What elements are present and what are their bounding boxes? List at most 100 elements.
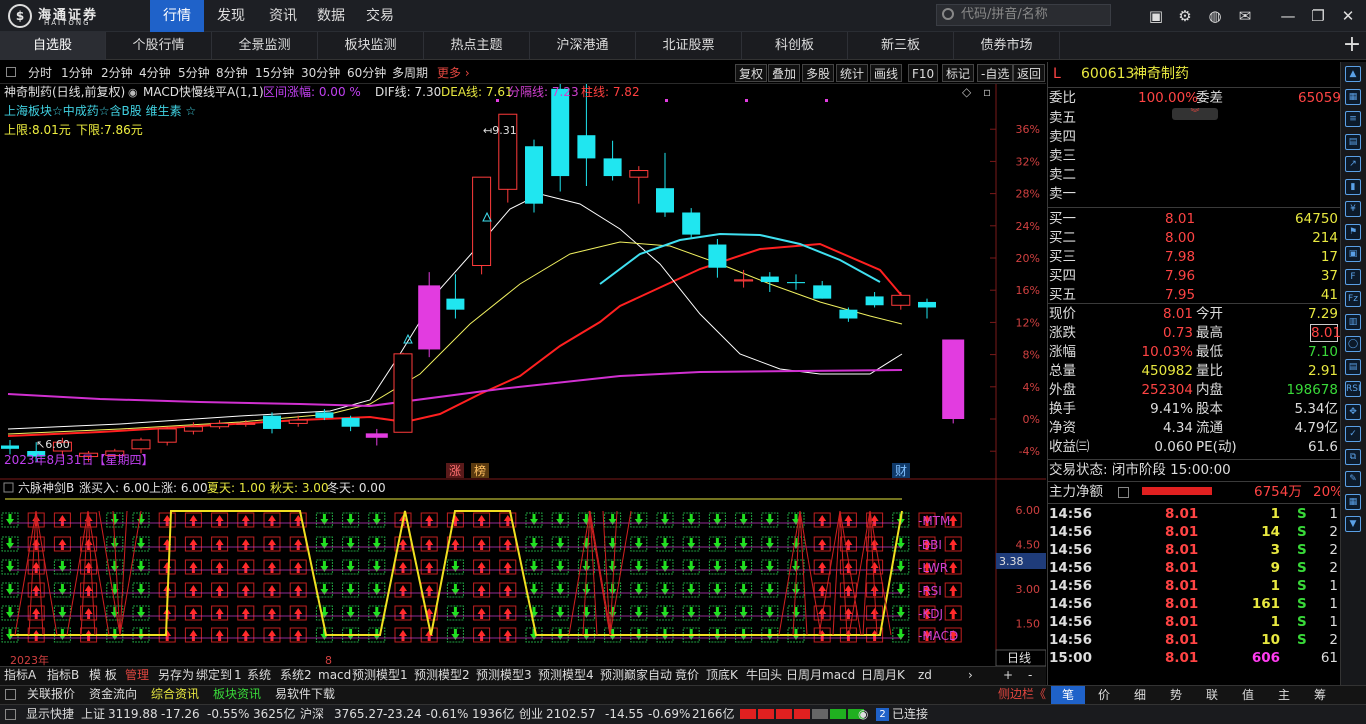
table-icon[interactable]: ▤ [1345, 133, 1361, 150]
tabs-minus-icon[interactable]: - [1028, 666, 1032, 685]
indicator-tab[interactable]: 模 板 [89, 666, 117, 685]
doc-icon[interactable]: ▣ [1345, 246, 1361, 262]
book-icon[interactable]: ▤ [1345, 358, 1361, 375]
indicator-tab[interactable]: 预测模型2 [414, 666, 470, 685]
indicator-tab[interactable]: 管理 [125, 666, 149, 685]
right-panel-tab[interactable]: 势 [1159, 686, 1193, 704]
period-timeshare[interactable]: 分时 [28, 62, 52, 84]
period-15min[interactable]: 15分钟 [255, 62, 294, 84]
right-panel-tab[interactable]: 主 [1267, 686, 1301, 704]
add-tab-icon[interactable]: + [1338, 32, 1366, 60]
check-icon[interactable]: ✓ [1345, 426, 1361, 442]
tab-sector-monitor[interactable]: 板块监测 [318, 32, 424, 60]
f10-icon[interactable]: F [1345, 268, 1361, 285]
period-4min[interactable]: 4分钟 [139, 62, 171, 84]
tool-watchlist[interactable]: -自选 [977, 64, 1014, 82]
period-8min[interactable]: 8分钟 [216, 62, 248, 84]
toggle-panel-icon[interactable] [6, 67, 16, 77]
tool-mark[interactable]: 标记 [942, 64, 975, 82]
menu-data[interactable]: 数据 [304, 0, 358, 32]
period-5min[interactable]: 5分钟 [178, 62, 210, 84]
tab-hk-connect[interactable]: 沪深港通 [530, 32, 636, 60]
right-panel-tab[interactable]: 细 [1123, 686, 1157, 704]
indicator-tab[interactable]: 另存为 [158, 666, 194, 685]
menu-trade[interactable]: 交易 [353, 0, 407, 32]
copy-icon[interactable]: ⧉ [1345, 448, 1361, 465]
quote-icon[interactable]: ¥ [1345, 201, 1361, 217]
right-panel-tab[interactable]: 值 [1231, 686, 1265, 704]
tab-stock-quote[interactable]: 个股行情 [106, 32, 212, 60]
tab-panorama[interactable]: 全景监测 [212, 32, 318, 60]
scroll-down-icon[interactable]: ▼ [1345, 516, 1361, 532]
sidebar-toggle[interactable]: 侧边栏《 [998, 685, 1046, 704]
list-icon[interactable]: ≡ [1345, 111, 1361, 127]
indicator-tab[interactable]: 绑定到 [196, 666, 232, 685]
indicator-tab[interactable]: 指标B [47, 666, 79, 685]
period-1min[interactable]: 1分钟 [61, 62, 93, 84]
quick-link[interactable]: 易软件下载 [275, 685, 335, 704]
tab-bonds[interactable]: 债券市场 [954, 32, 1060, 60]
period-more[interactable]: 更多 › [437, 62, 470, 84]
quick-link[interactable]: 综合资讯 [151, 685, 199, 704]
rsi-icon[interactable]: RSI [1345, 381, 1361, 397]
menu-discover[interactable]: 发现 [204, 0, 258, 32]
circle-icon[interactable]: ◯ [1345, 336, 1361, 352]
scroll-up-icon[interactable]: ▲ [1345, 66, 1361, 82]
calendar-icon[interactable]: ▦ [1345, 493, 1361, 510]
nav-icon[interactable]: ✥ [1345, 403, 1361, 420]
skin-icon[interactable]: ▣ [1146, 6, 1166, 26]
tool-adjust[interactable]: 复权 [735, 64, 768, 82]
kline-icon[interactable]: ▮ [1345, 178, 1361, 195]
indicator-tab[interactable]: 指标A [4, 666, 36, 685]
quick-link[interactable]: 关联报价 [27, 685, 75, 704]
status-toggle-icon[interactable] [5, 709, 16, 720]
indicator-tab[interactable]: 预测模型1 [352, 666, 408, 685]
fz-icon[interactable]: Fz [1345, 291, 1361, 307]
indicator-tab[interactable]: 1 [234, 666, 242, 685]
tool-back[interactable]: 返回 [1013, 64, 1046, 82]
tab-star-market[interactable]: 科创板 [742, 32, 848, 60]
indicator-tab[interactable]: 系统2 [280, 666, 312, 685]
period-multi[interactable]: 多周期 [392, 62, 428, 84]
tabs-scroll-right-icon[interactable]: › [968, 666, 973, 685]
close-icon[interactable]: ✕ [1338, 6, 1358, 26]
tab-watchlist[interactable]: 自选股 [0, 32, 106, 60]
detail-icon[interactable]: ▥ [1345, 313, 1361, 330]
tool-f10[interactable]: F10 [908, 64, 939, 82]
right-panel-tab[interactable]: 联 [1195, 686, 1229, 704]
flag-icon[interactable]: ⚑ [1345, 223, 1361, 240]
tool-draw[interactable]: 画线 [870, 64, 903, 82]
grid-icon[interactable]: ▦ [1345, 88, 1361, 105]
trend-icon[interactable]: ↗ [1345, 156, 1361, 172]
indicator-tab[interactable]: macd [318, 666, 351, 685]
kline-chart[interactable]: -MTM -BBI -LWR -RSI -KDJ -MACD 36% 32% 28% 24% 20… [0, 84, 1046, 666]
indicator-tab[interactable]: 系统 [247, 666, 271, 685]
menu-market[interactable]: 行情 [150, 0, 204, 32]
right-panel-tab[interactable]: 价 [1087, 686, 1121, 704]
tab-bse[interactable]: 北证股票 [636, 32, 742, 60]
indicator-tab[interactable]: 竟价 [675, 666, 699, 685]
tool-multi-stock[interactable]: 多股 [802, 64, 835, 82]
tool-overlay[interactable]: 叠加 [768, 64, 801, 82]
message-icon[interactable]: ✉ [1235, 6, 1255, 26]
minimize-icon[interactable]: — [1278, 6, 1298, 26]
quick-link[interactable]: 板块资讯 [213, 685, 261, 704]
globe-icon[interactable]: ◍ [1205, 6, 1225, 26]
gear-icon[interactable]: ⚙ [1175, 6, 1195, 26]
indicator-tab[interactable]: 预测巅家自动 [600, 666, 672, 685]
indicator-tab[interactable]: 日周月K [861, 666, 905, 685]
right-panel-tab[interactable]: 笔 [1051, 686, 1085, 704]
tab-neeq[interactable]: 新三板 [848, 32, 954, 60]
period-2min[interactable]: 2分钟 [101, 62, 133, 84]
indicator-tab[interactable]: zd [918, 666, 932, 685]
indicator-tab[interactable]: 预测模型4 [538, 666, 594, 685]
show-shortcuts[interactable]: 显示快捷 [26, 704, 74, 724]
alert-icon[interactable]: ◉ [858, 704, 868, 724]
maximize-icon[interactable]: ❐ [1308, 6, 1328, 26]
menu-news[interactable]: 资讯 [256, 0, 310, 32]
note-icon[interactable]: ✎ [1345, 471, 1361, 487]
search-input[interactable]: 代码/拼音/名称 [936, 4, 1111, 26]
quick-link[interactable]: 资金流向 [89, 685, 137, 704]
tabs-add-icon[interactable]: + [1003, 666, 1013, 685]
right-panel-tab[interactable]: 筹 [1303, 686, 1337, 704]
